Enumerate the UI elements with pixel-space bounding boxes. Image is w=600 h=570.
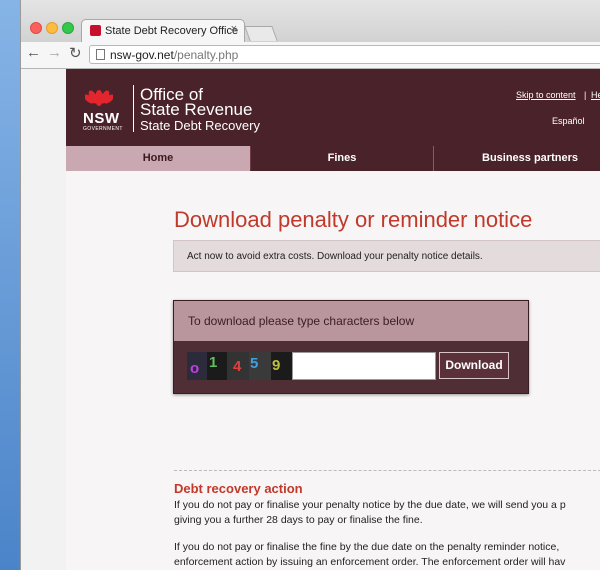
help-link[interactable]: Help: [591, 90, 600, 100]
section-title: Debt recovery action: [174, 481, 303, 496]
skip-to-content-link[interactable]: Skip to content: [516, 90, 576, 100]
back-arrow-icon[interactable]: ←: [26, 44, 41, 61]
reload-icon[interactable]: ↻: [69, 44, 82, 62]
org-name-line3: State Debt Recovery: [140, 118, 260, 133]
org-name-line2: State Revenue: [140, 100, 253, 119]
nav-item-business-partners[interactable]: Business partners: [433, 146, 600, 171]
close-window-button[interactable]: [30, 22, 42, 34]
paragraph-text: If you do not pay or finalise your penal…: [174, 499, 566, 511]
paragraph-text: If you do not pay or finalise the fine b…: [174, 541, 560, 553]
language-link[interactable]: Español: [552, 116, 585, 126]
main-nav: Home Fines Business partners: [66, 146, 600, 171]
maximize-window-button[interactable]: [62, 22, 74, 34]
notice-box: Act now to avoid extra costs. Download y…: [173, 240, 600, 272]
nav-item-fines[interactable]: Fines: [250, 146, 433, 171]
tab-state-debt-recovery[interactable]: State Debt Recovery Office ×: [81, 19, 245, 42]
download-button[interactable]: Download: [439, 352, 509, 379]
captcha-image: o 1 4 5 9: [187, 352, 292, 380]
captcha-glyph: 4: [233, 358, 242, 375]
captcha-glyph: 9: [272, 357, 281, 374]
tab-close-icon[interactable]: ×: [231, 23, 237, 35]
nav-item-home[interactable]: Home: [66, 146, 250, 171]
page-title: Download penalty or reminder notice: [174, 207, 533, 232]
url-text: nsw-gov.net/penalty.php: [110, 48, 239, 62]
captcha-input[interactable]: [292, 352, 436, 380]
desktop-background: [0, 0, 20, 570]
browser-toolbar: ← → ↻ nsw-gov.net/penalty.php: [21, 42, 600, 69]
minimize-window-button[interactable]: [46, 22, 58, 34]
favicon-icon: [90, 25, 101, 36]
logo-divider: [133, 85, 134, 132]
tab-title: State Debt Recovery Office: [105, 25, 239, 37]
address-bar[interactable]: nsw-gov.net/penalty.php: [89, 45, 600, 64]
captcha-prompt-text: To download please type characters below: [188, 314, 415, 328]
captcha-panel: To download please type characters below…: [173, 300, 529, 394]
site-header: NSW GOVERNMENT Office of State Revenue S…: [66, 69, 600, 146]
new-tab-button[interactable]: [244, 26, 278, 41]
paragraph-text: giving you a further 28 days to pay or f…: [174, 514, 423, 526]
section-divider: [174, 470, 600, 471]
main-content: Download penalty or reminder notice Act …: [66, 171, 600, 570]
forward-arrow-icon[interactable]: →: [47, 44, 62, 61]
captcha-glyph: 1: [209, 354, 218, 371]
paragraph-text: enforcement action by issuing an enforce…: [174, 556, 566, 568]
header-link-separator: |: [584, 90, 587, 100]
captcha-glyph: 5: [250, 355, 259, 372]
browser-window: State Debt Recovery Office × ← → ↻ nsw-g…: [20, 0, 600, 570]
logo-subtext: GOVERNMENT: [83, 126, 123, 132]
captcha-prompt-bar: To download please type characters below: [174, 301, 528, 341]
page-viewport: NSW GOVERNMENT Office of State Revenue S…: [21, 69, 600, 570]
tab-strip: State Debt Recovery Office ×: [21, 0, 600, 42]
page-icon: [96, 49, 105, 60]
waratah-logo-icon: [85, 90, 113, 106]
logo-text: NSW: [83, 110, 120, 127]
captcha-glyph: o: [190, 360, 200, 377]
notice-text: Act now to avoid extra costs. Download y…: [187, 251, 483, 262]
